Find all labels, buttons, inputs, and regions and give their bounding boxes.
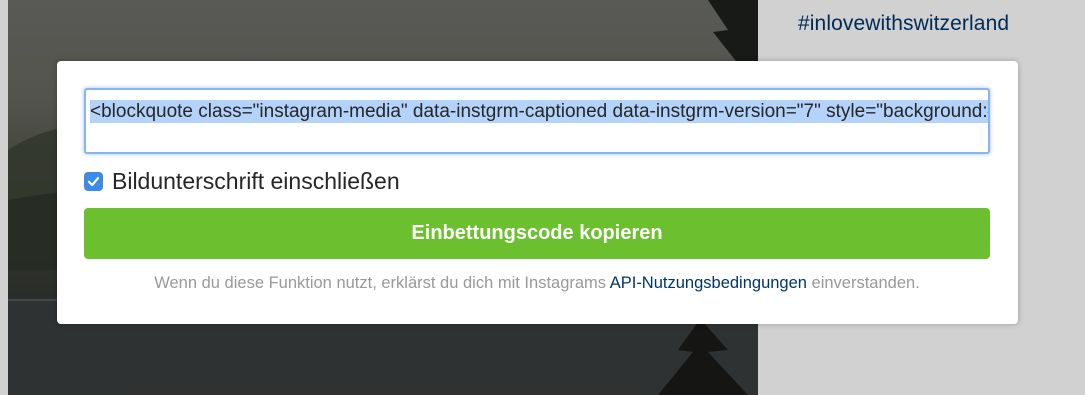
api-terms-link[interactable]: API-Nutzungsbedingungen <box>610 274 807 292</box>
embed-code-text: <blockquote class="instagram-media" data… <box>90 98 988 126</box>
copy-embed-code-button[interactable]: Einbettungscode kopieren <box>84 208 990 259</box>
checkmark-icon <box>87 176 100 186</box>
disclaimer-text-after: einverstanden. <box>806 274 920 292</box>
include-caption-option[interactable]: Bildunterschrift einschließen <box>84 165 400 197</box>
include-caption-checkbox[interactable] <box>84 171 103 191</box>
embed-code-selection[interactable]: <blockquote class="instagram-media" data… <box>90 100 988 123</box>
terms-disclaimer: Wenn du diese Funktion nutzt, erklärst d… <box>84 274 990 293</box>
embed-dialog: <blockquote class="instagram-media" data… <box>57 61 1018 324</box>
include-caption-label[interactable]: Bildunterschrift einschließen <box>112 168 400 195</box>
disclaimer-text-before: Wenn du diese Funktion nutzt, erklärst d… <box>154 274 610 292</box>
embed-code-field[interactable]: <blockquote class="instagram-media" data… <box>84 88 990 154</box>
